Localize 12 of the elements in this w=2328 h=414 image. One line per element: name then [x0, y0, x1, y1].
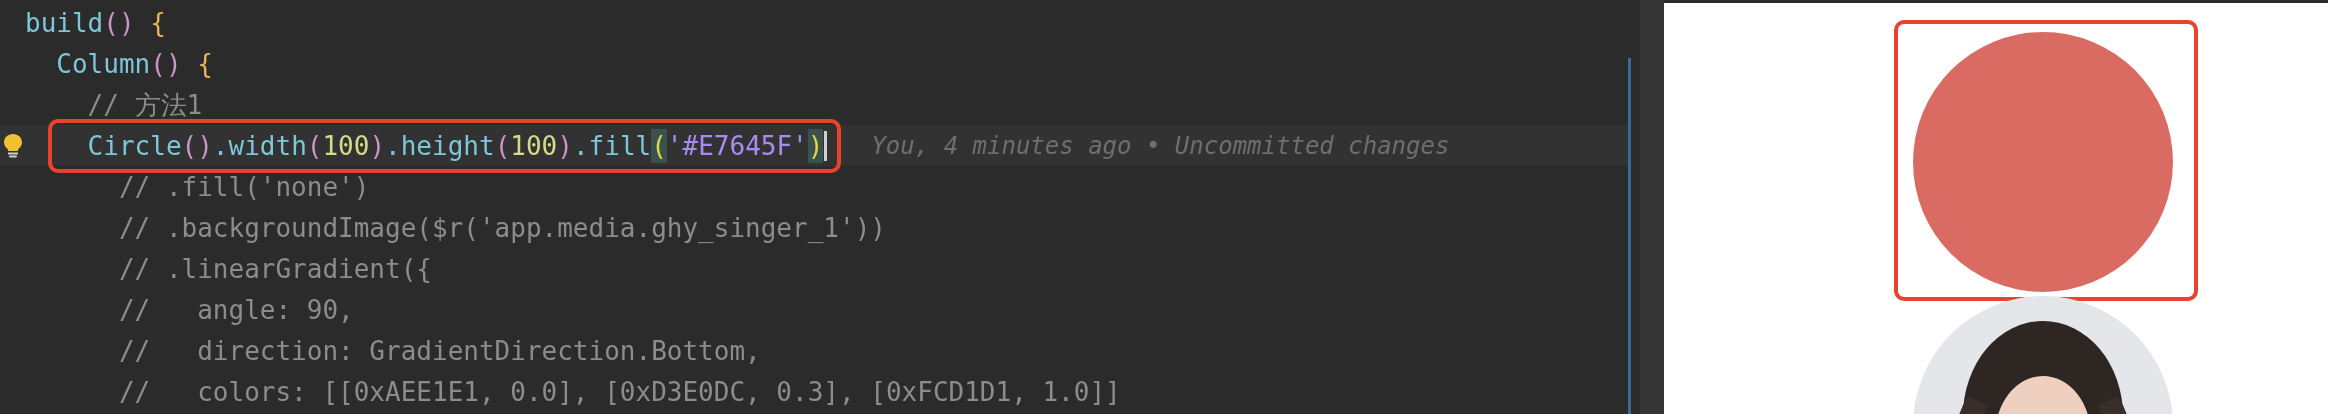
- code-line: // 方法1: [86, 88, 203, 122]
- code-line: Column() {: [55, 47, 213, 81]
- code-line: // .linearGradient({: [117, 252, 432, 286]
- code-line: // .fill('none'): [117, 170, 370, 204]
- code-line: Circle().width(100).height(100).fill('#E7645F'): [25, 128, 828, 163]
- code-line: // direction: GradientDirection.Bottom,: [117, 334, 761, 368]
- code-line: // .backgroundImage($r('app.media.ghy_singer_1')): [117, 211, 886, 245]
- git-blame-annotation: You, 4 minutes ago • Uncommitted changes: [871, 131, 1450, 160]
- code-line: // colors: [[0xAEE1E1, 0.0], [0xD3E0DC, 0.3], [0xFCD1D1, 1.0]]: [117, 375, 1121, 409]
- lightbulb-icon[interactable]: [2, 132, 23, 159]
- code-line: // angle: 90,: [117, 293, 354, 327]
- code-line: build() {: [25, 6, 166, 40]
